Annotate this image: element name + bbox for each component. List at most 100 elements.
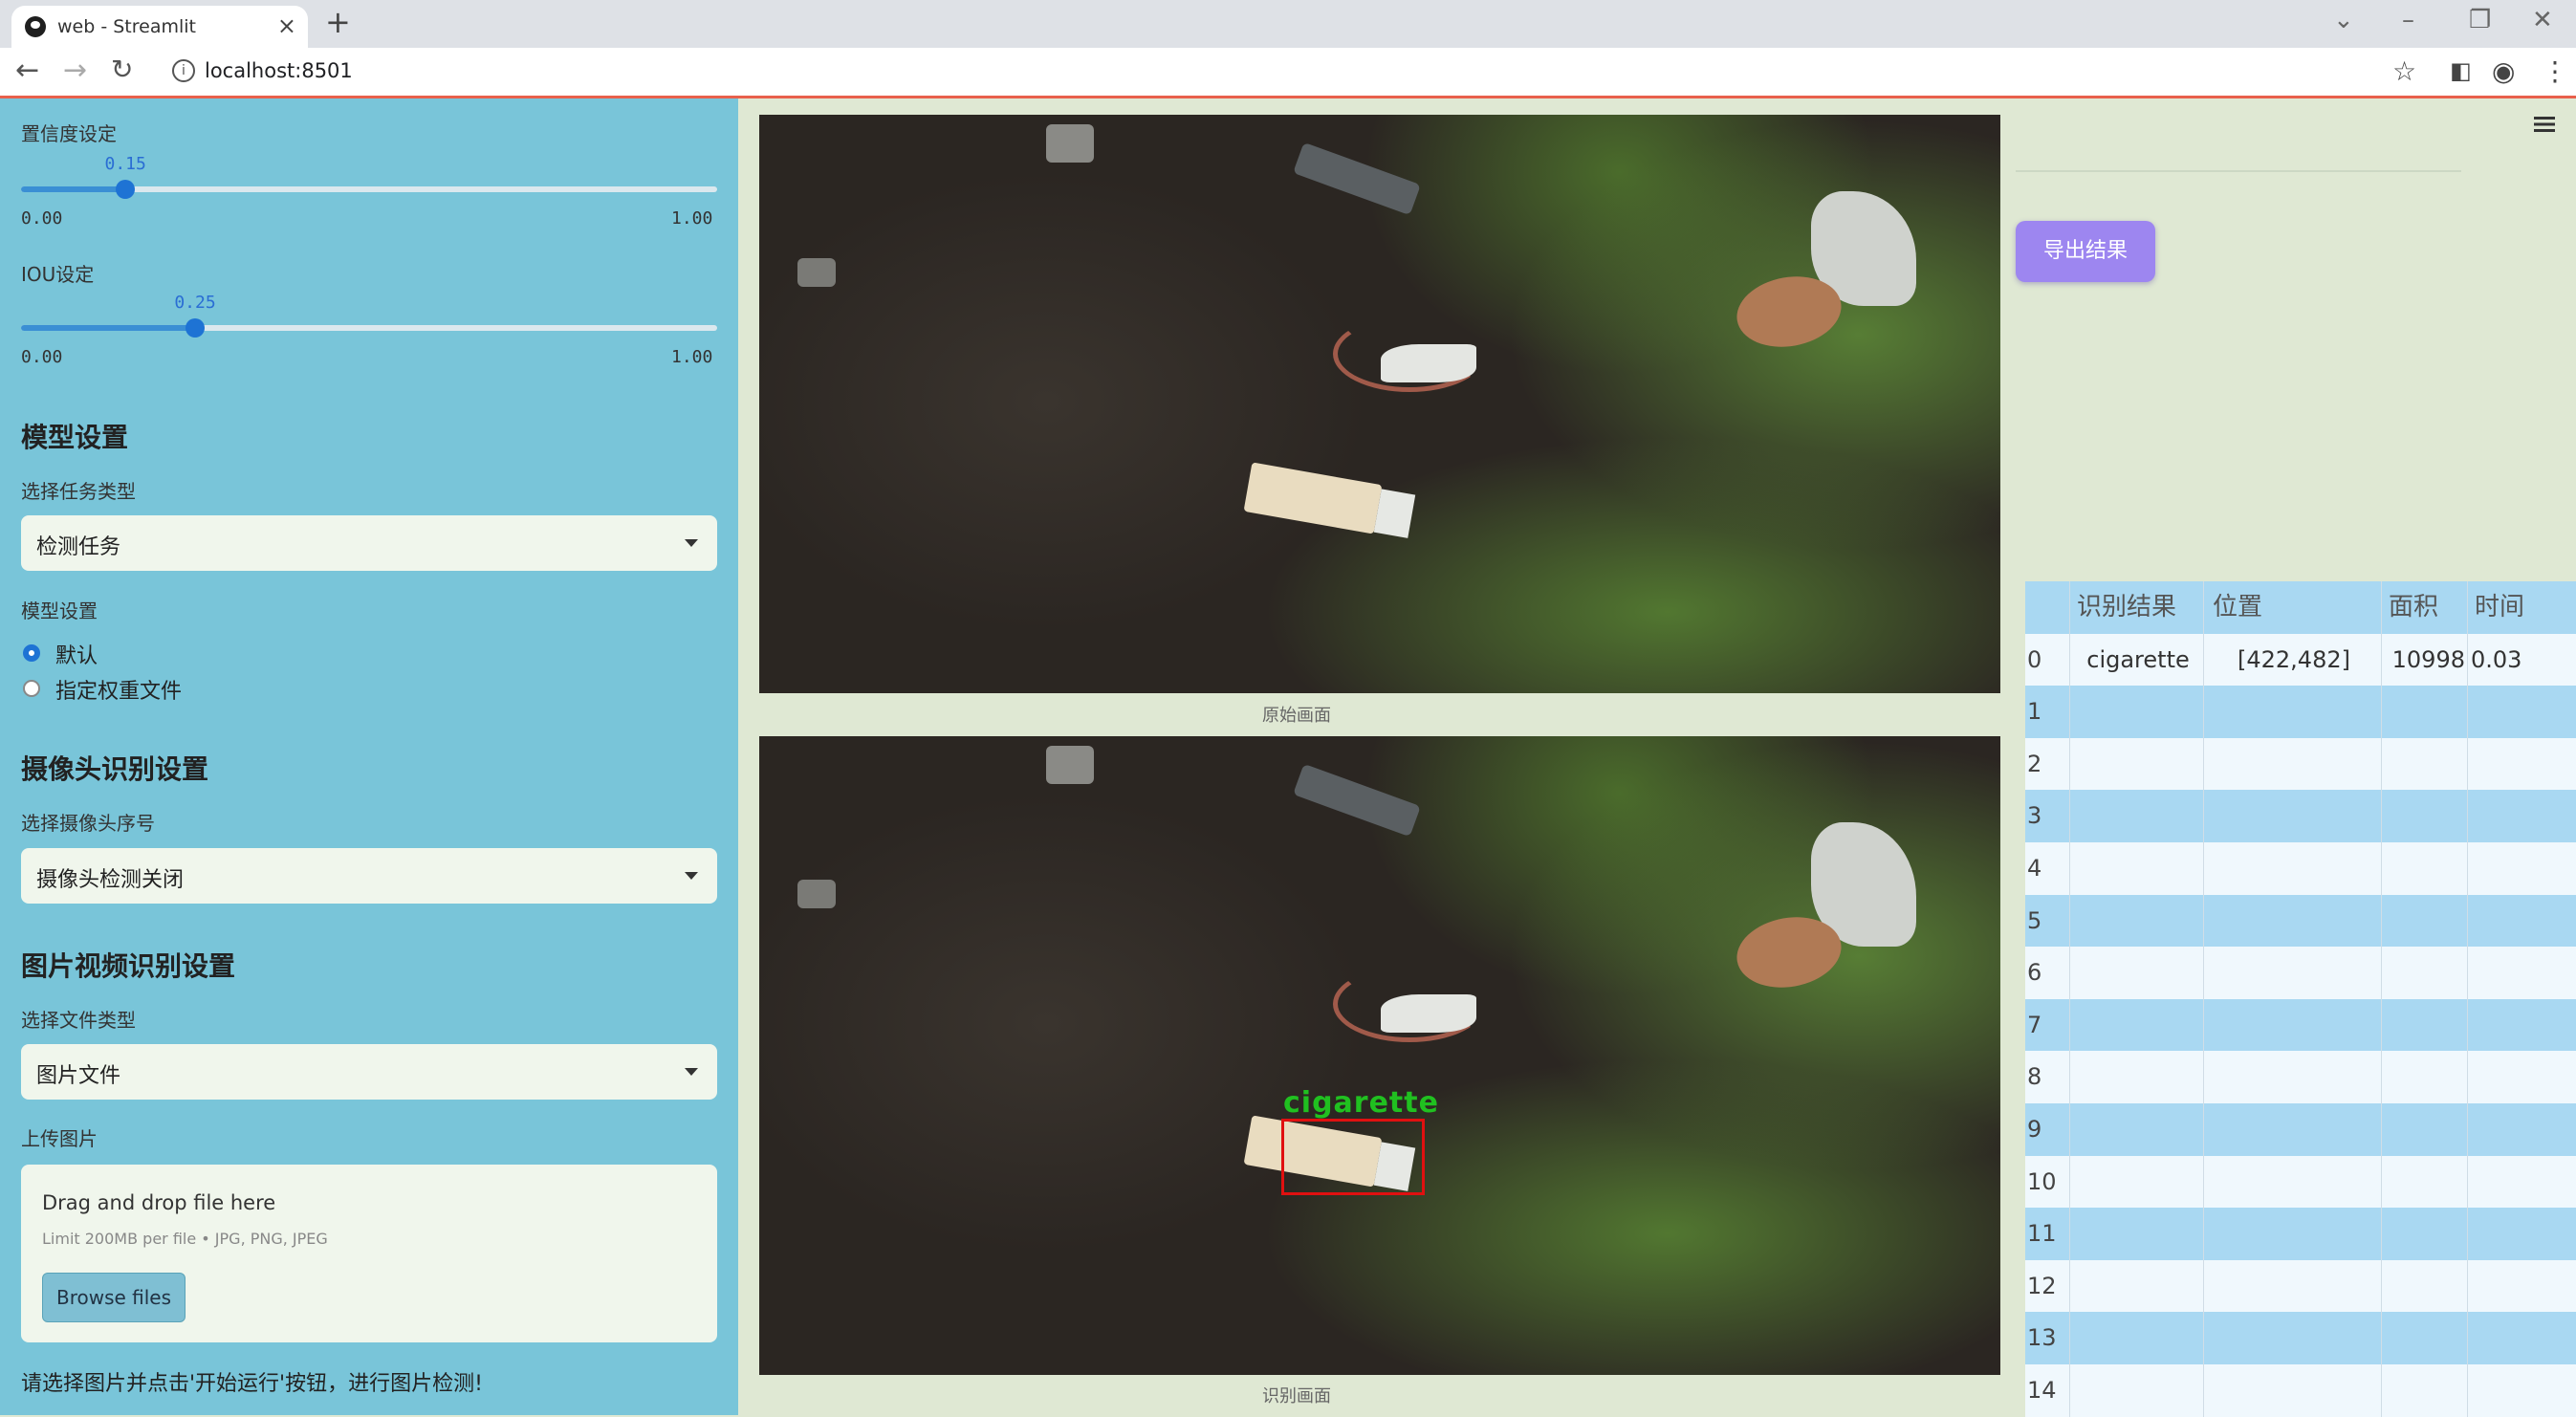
confidence-slider[interactable] xyxy=(21,180,717,199)
table-cell-result xyxy=(2073,1156,2203,1209)
table-row[interactable]: 9 xyxy=(2025,1103,2576,1156)
iou-label: IOU设定 xyxy=(21,263,95,286)
tab-search-chevron-icon[interactable]: ⌄ xyxy=(2333,6,2354,34)
table-row[interactable]: 8 xyxy=(2025,1051,2576,1103)
table-row[interactable]: 11 xyxy=(2025,1208,2576,1260)
table-row[interactable]: 7 xyxy=(2025,998,2576,1052)
browser-menu-icon[interactable]: ⋮ xyxy=(2542,55,2568,87)
file-dropzone[interactable]: Drag and drop file here Limit 200MB per … xyxy=(21,1165,717,1342)
profile-avatar-icon[interactable]: ◉ xyxy=(2492,55,2515,87)
table-row[interactable]: 12 xyxy=(2025,1259,2576,1313)
table-row[interactable]: 4 xyxy=(2025,842,2576,895)
table-header-cell[interactable]: 面积 xyxy=(2389,581,2469,634)
table-row[interactable]: 1 xyxy=(2025,686,2576,738)
radio-default[interactable] xyxy=(23,644,40,662)
radio-custom-weights-label[interactable]: 指定权重文件 xyxy=(55,674,182,705)
iou-max: 1.00 xyxy=(671,347,713,367)
forward-icon[interactable]: → xyxy=(63,54,87,87)
row-index: 7 xyxy=(2027,1011,2042,1038)
url-text[interactable]: localhost:8501 xyxy=(205,59,353,82)
row-index: 1 xyxy=(2027,698,2042,726)
table-cell-time xyxy=(2471,790,2576,842)
iou-slider-thumb[interactable] xyxy=(186,318,205,338)
back-icon[interactable]: ← xyxy=(15,54,39,87)
row-index: 4 xyxy=(2027,855,2042,882)
table-cell-result xyxy=(2073,1260,2203,1313)
table-cell-time xyxy=(2471,686,2576,738)
camera-index-label: 选择摄像头序号 xyxy=(21,812,155,835)
model-section-heading: 模型设置 xyxy=(21,422,129,453)
restore-icon[interactable]: ❐ xyxy=(2469,6,2491,34)
table-row[interactable]: 10 xyxy=(2025,1155,2576,1209)
browse-files-button[interactable]: Browse files xyxy=(42,1273,186,1322)
table-cell-area xyxy=(2385,790,2465,842)
bookmark-star-icon[interactable]: ☆ xyxy=(2392,55,2416,87)
chevron-down-icon xyxy=(685,539,698,547)
table-cell-result xyxy=(2073,790,2203,842)
row-index: 13 xyxy=(2027,1324,2057,1352)
table-cell-pos: [422,482] xyxy=(2238,645,2350,673)
table-cell-time xyxy=(2471,842,2576,895)
table-row[interactable]: 5 xyxy=(2025,894,2576,948)
table-cell-result xyxy=(2073,1103,2203,1156)
camera-select[interactable]: 摄像头检测关闭 xyxy=(21,848,717,904)
task-type-select[interactable]: 检测任务 xyxy=(21,515,717,571)
table-header-cell[interactable]: 位置 xyxy=(2213,581,2383,634)
minimize-icon[interactable]: – xyxy=(2402,6,2414,34)
table-cell-time xyxy=(2471,999,2576,1052)
tab-close-icon[interactable]: × xyxy=(277,12,296,39)
table-row[interactable]: 14 xyxy=(2025,1364,2576,1417)
table-cell-pos xyxy=(2209,1103,2379,1156)
table-row[interactable]: 13 xyxy=(2025,1312,2576,1364)
paper-scrap xyxy=(1381,344,1476,382)
radio-default-label[interactable]: 默认 xyxy=(55,639,98,669)
table-cell-area xyxy=(2385,1156,2465,1209)
url-field[interactable]: i localhost:8501 xyxy=(161,54,2398,89)
table-cell-time xyxy=(2471,947,2576,999)
table-cell-pos xyxy=(2209,999,2379,1052)
site-info-icon[interactable]: i xyxy=(172,59,195,82)
export-results-button[interactable]: 导出结果 xyxy=(2016,221,2155,282)
rock xyxy=(1293,763,1421,838)
table-cell-area xyxy=(2385,947,2465,999)
window-close-icon[interactable]: ✕ xyxy=(2532,6,2553,34)
table-cell-pos xyxy=(2209,1156,2379,1209)
table-cell-pos xyxy=(2209,1260,2379,1313)
table-cell-area xyxy=(2385,1364,2465,1417)
reload-icon[interactable]: ↻ xyxy=(111,54,133,85)
table-cell-area xyxy=(2385,999,2465,1052)
table-header-cell[interactable]: 识别结果 xyxy=(2077,581,2207,634)
side-panel-icon[interactable]: ◧ xyxy=(2450,57,2472,84)
row-index: 8 xyxy=(2027,1063,2042,1091)
paper-scrap xyxy=(1381,994,1476,1033)
iou-slider[interactable] xyxy=(21,318,717,338)
table-cell-pos xyxy=(2209,790,2379,842)
table-cell-pos xyxy=(2209,1364,2379,1417)
table-row[interactable]: 6 xyxy=(2025,947,2576,999)
streamlit-favicon-icon xyxy=(25,16,46,37)
table-row[interactable]: 3 xyxy=(2025,790,2576,842)
hamburger-menu-icon[interactable] xyxy=(2534,117,2555,132)
browser-tab[interactable]: web - Streamlit × xyxy=(11,6,308,48)
confidence-label: 置信度设定 xyxy=(21,122,117,145)
original-caption: 原始画面 xyxy=(1262,706,1331,726)
table-cell-time xyxy=(2471,1103,2576,1156)
table-row[interactable]: 0 cigarette [422,482] 10998 0.03 xyxy=(2025,633,2576,687)
table-column-divider xyxy=(2069,581,2070,1417)
table-cell-result xyxy=(2073,738,2203,791)
table-cell-result xyxy=(2073,1312,2203,1364)
table-column-divider xyxy=(2467,581,2468,1417)
table-header-cell[interactable]: 时间 xyxy=(2475,581,2576,634)
table-cell-result xyxy=(2073,1364,2203,1417)
row-index: 6 xyxy=(2027,959,2042,987)
chevron-down-icon xyxy=(685,1068,698,1076)
confidence-slider-thumb[interactable] xyxy=(116,180,136,199)
radio-custom-weights[interactable] xyxy=(23,680,40,697)
row-index: 2 xyxy=(2027,750,2042,777)
confidence-value: 0.15 xyxy=(104,154,146,174)
table-row[interactable]: 2 xyxy=(2025,737,2576,791)
table-cell-area xyxy=(2385,842,2465,895)
new-tab-icon[interactable]: + xyxy=(325,4,351,40)
file-type-select[interactable]: 图片文件 xyxy=(21,1044,717,1100)
row-index: 14 xyxy=(2027,1377,2057,1404)
